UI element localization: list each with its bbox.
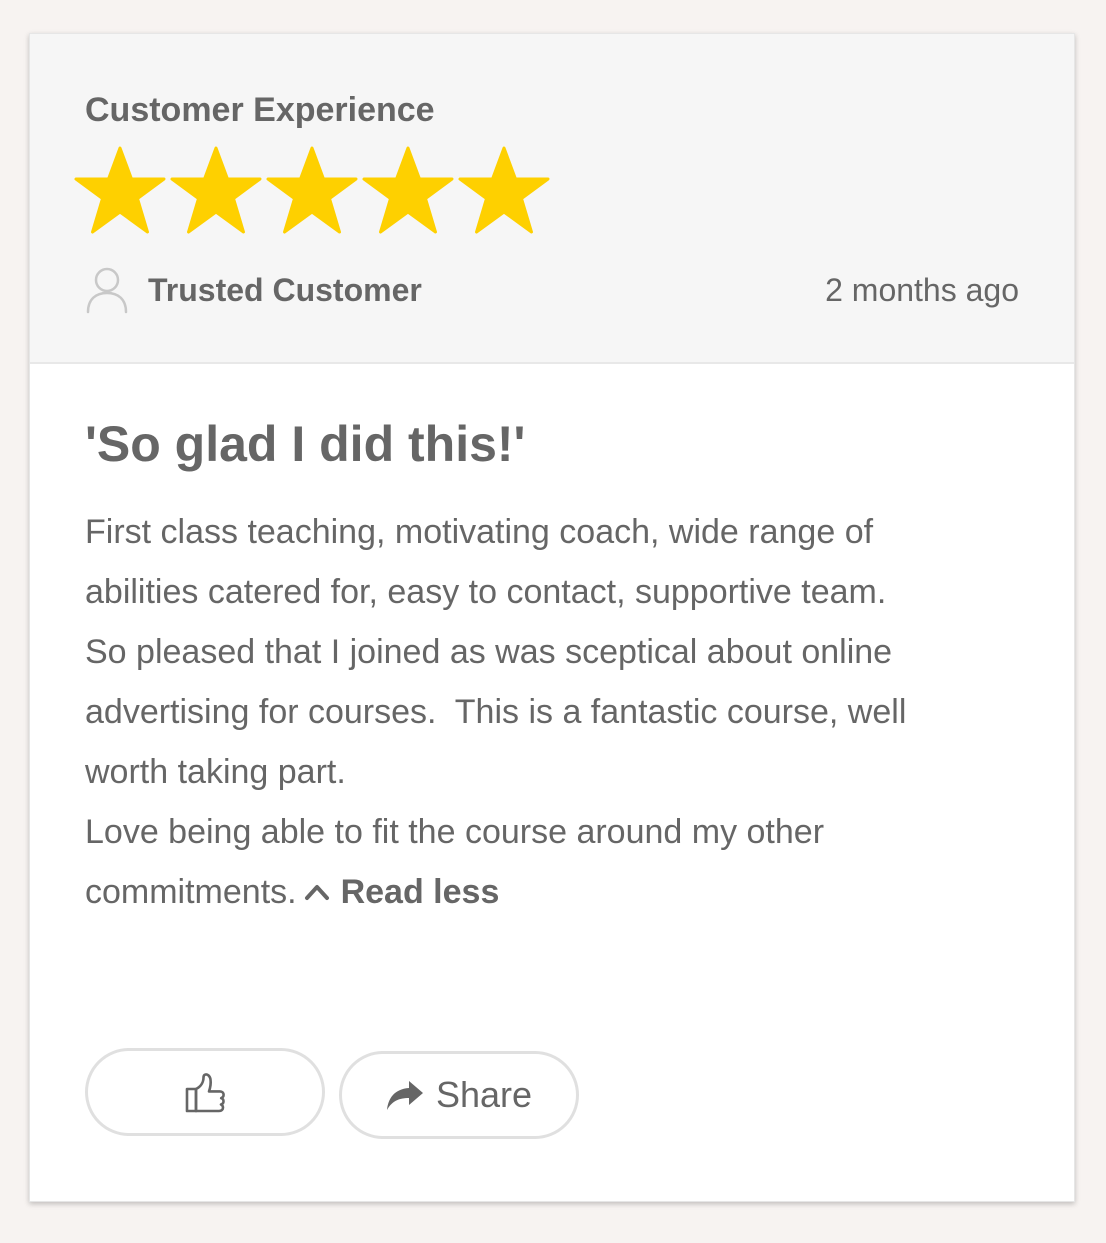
- review-title: 'So glad I did this!': [85, 416, 526, 472]
- thumbs-up-icon: [185, 1073, 225, 1113]
- review-body-line: First class teaching, motivating coach, …: [85, 513, 874, 551]
- like-button[interactable]: [85, 1048, 325, 1136]
- review-card: Customer Experience Trusted Customer 2 m…: [29, 33, 1075, 1202]
- star-icon: [362, 146, 454, 234]
- review-body: First class teaching, motivating coach, …: [85, 502, 985, 922]
- star-icon: [74, 146, 166, 234]
- review-body-line: advertising for courses. This is a fanta…: [85, 693, 907, 731]
- review-body-line: Love being able to fit the course around…: [85, 813, 825, 851]
- share-arrow-icon: [386, 1081, 423, 1110]
- share-label: Share: [435, 1074, 533, 1115]
- read-less-label: Read less: [340, 873, 500, 911]
- star-icon: [458, 146, 550, 234]
- review-body-line: So pleased that I joined as was sceptica…: [85, 633, 893, 671]
- review-timestamp: 2 months ago: [825, 272, 1019, 308]
- star-icon: [170, 146, 262, 234]
- review-header: Customer Experience Trusted Customer 2 m…: [30, 34, 1074, 364]
- review-body-line: worth taking part.: [85, 753, 346, 791]
- reviewer-name: Trusted Customer: [148, 272, 422, 308]
- share-button[interactable]: Share: [339, 1051, 579, 1139]
- star-icon: [266, 146, 358, 234]
- review-body-line: abilities catered for, easy to contact, …: [85, 573, 887, 611]
- star-rating: [72, 146, 552, 236]
- review-category: Customer Experience: [85, 91, 435, 129]
- review-actions: Share: [85, 1048, 579, 1139]
- reviewer-info: Trusted Customer: [85, 262, 422, 318]
- review-body-last-line: commitments. Read less: [85, 862, 985, 922]
- user-icon: [86, 267, 128, 314]
- chevron-up-icon: [304, 885, 329, 900]
- review-body-line: commitments.: [85, 873, 297, 911]
- read-less-link[interactable]: Read less: [303, 862, 500, 922]
